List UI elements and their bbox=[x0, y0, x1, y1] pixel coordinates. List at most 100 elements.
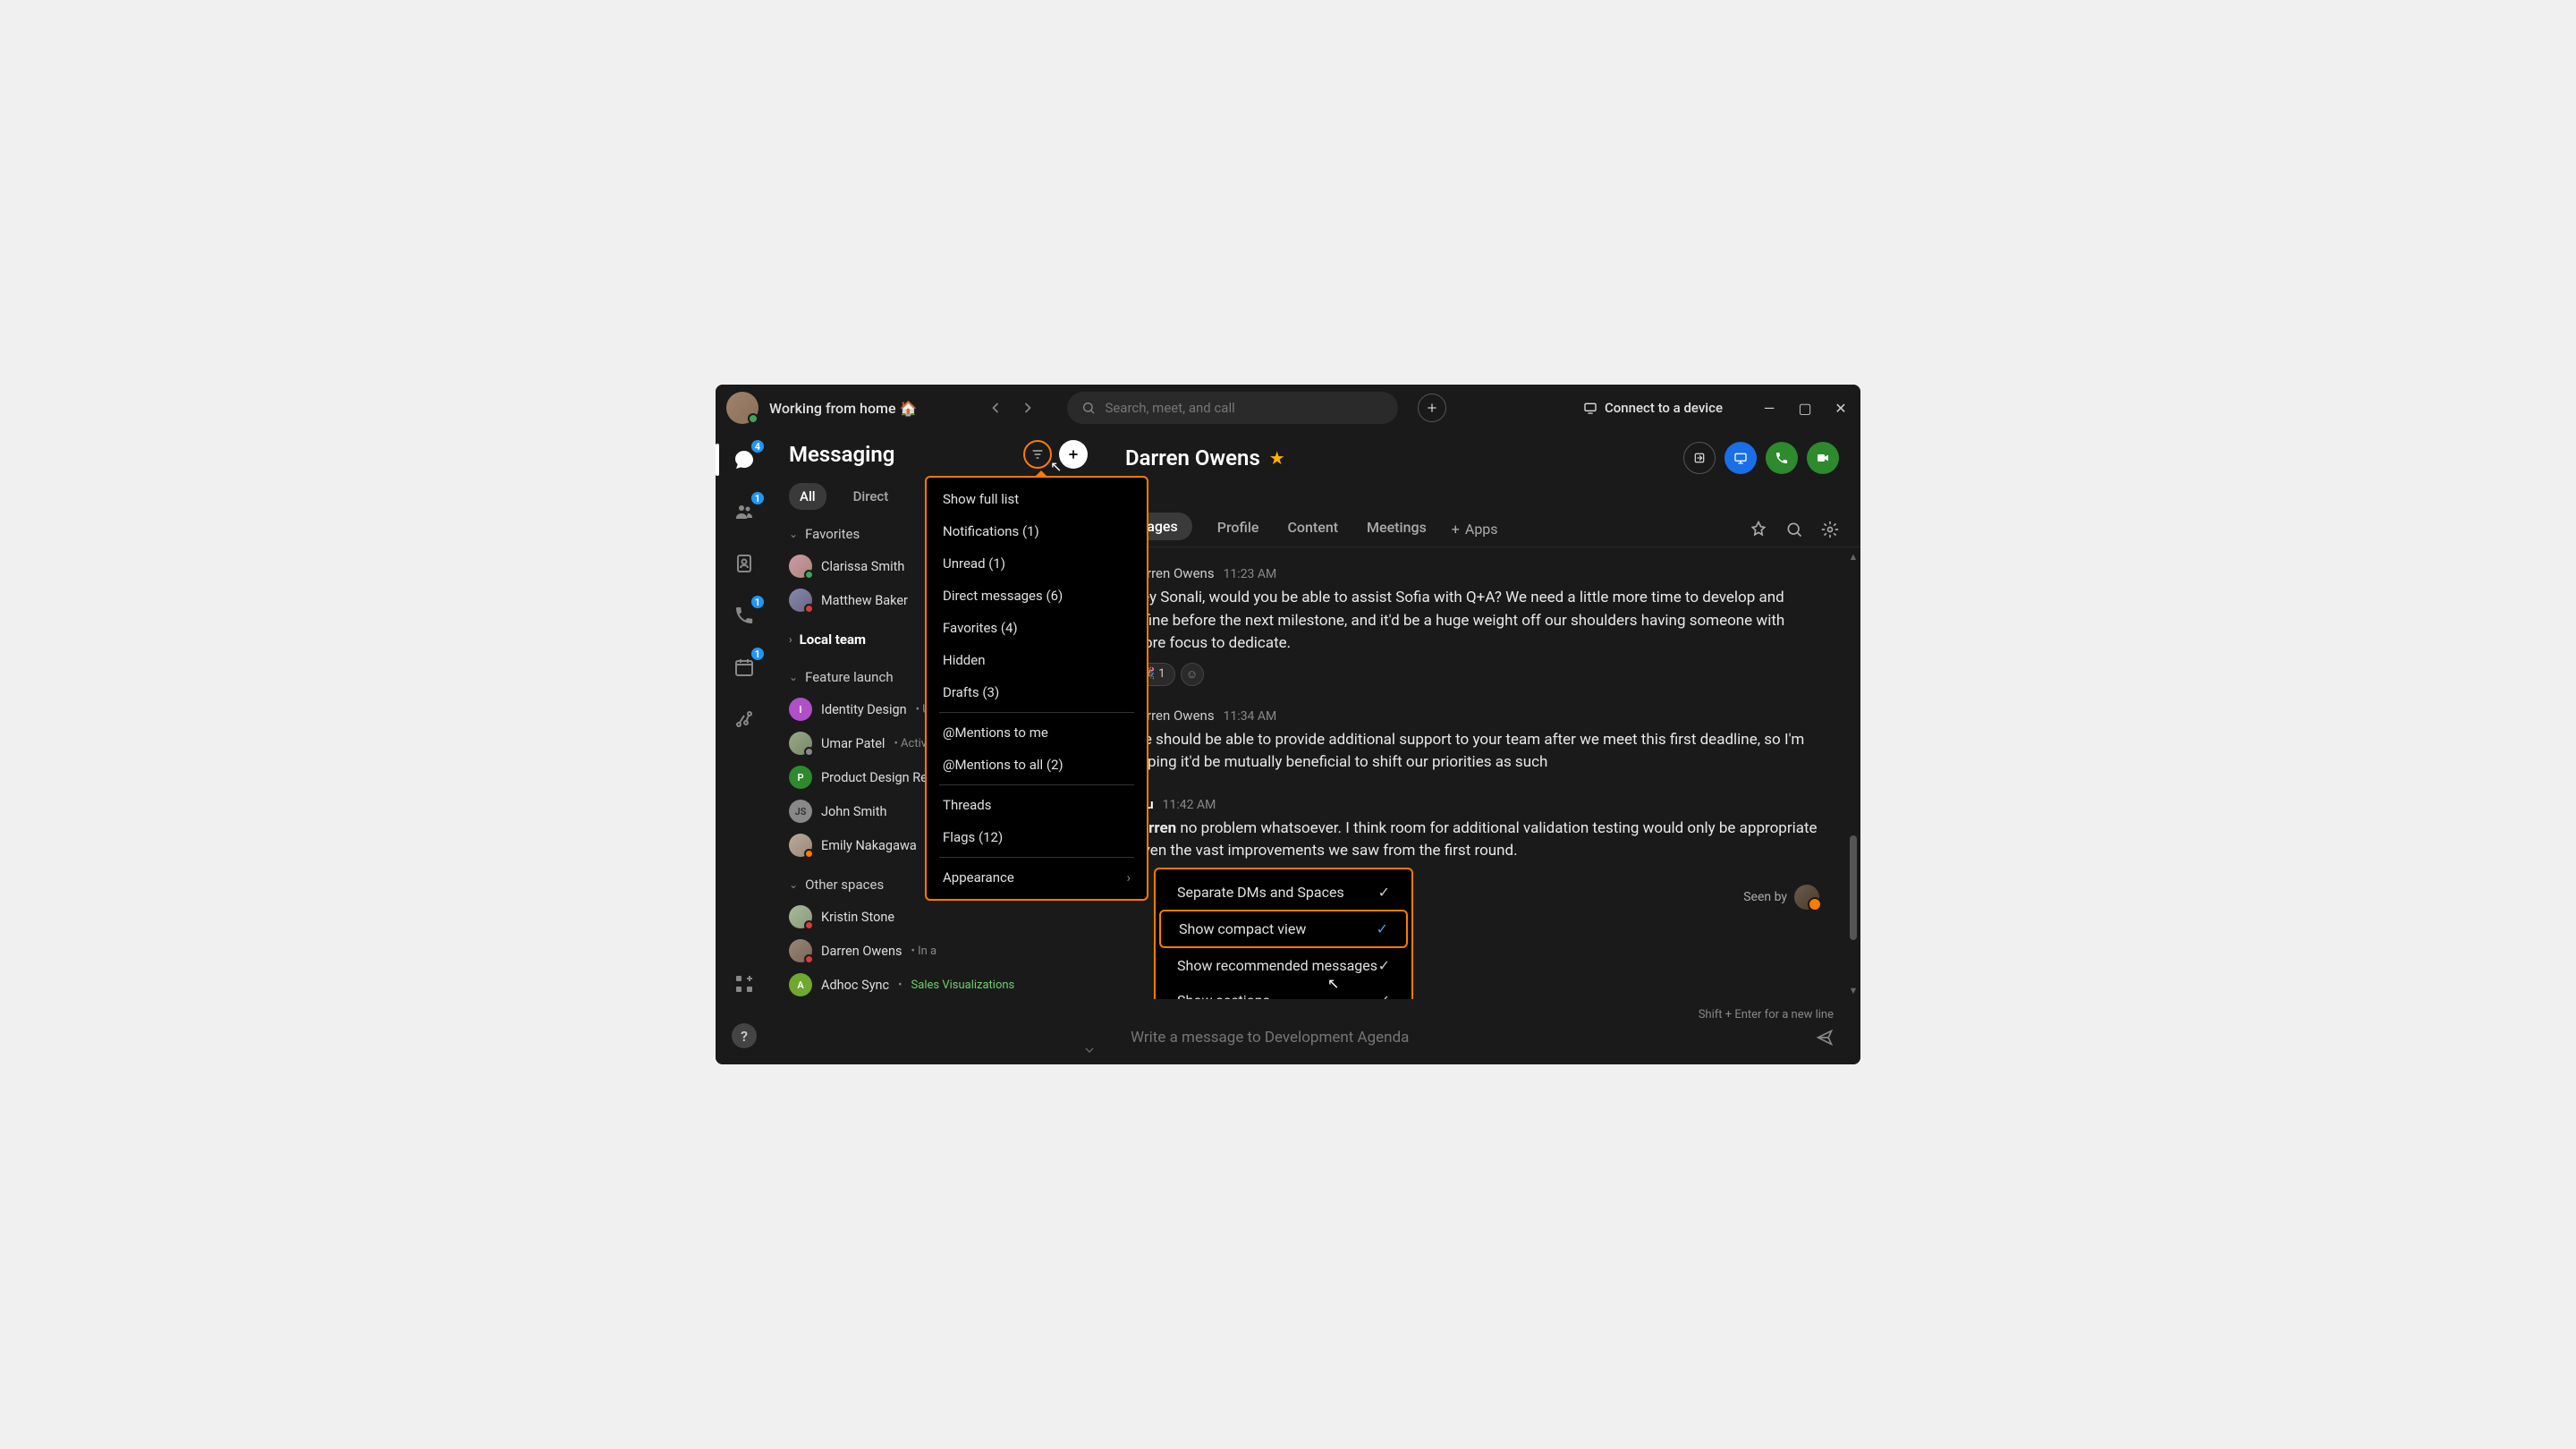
message-body: Hey Sonali, would you be able to assist … bbox=[1131, 587, 1819, 656]
menu-appearance[interactable]: Appearance › bbox=[927, 861, 1147, 894]
app-window: Working from home 🏠 Connect to a device … bbox=[716, 385, 1860, 1064]
chat-subtitle: all bbox=[1125, 476, 1839, 490]
message: Darren Owens 11:34 AM We should be able … bbox=[1131, 708, 1819, 775]
message: You 11:42 AM Darren no problem whatsoeve… bbox=[1131, 796, 1819, 863]
scroll-up[interactable]: ▲ bbox=[1846, 547, 1860, 565]
list-item[interactable]: Kristin Stone bbox=[773, 900, 1104, 934]
maximize-button[interactable]: ▢ bbox=[1796, 400, 1814, 417]
seen-by-avatar[interactable] bbox=[1794, 885, 1819, 910]
search-box[interactable] bbox=[1067, 392, 1398, 424]
status-text[interactable]: Working from home 🏠 bbox=[769, 400, 917, 417]
settings-button[interactable] bbox=[1821, 521, 1839, 538]
filter-button[interactable] bbox=[1023, 440, 1052, 469]
rail-messaging[interactable]: 4 bbox=[726, 442, 762, 478]
connect-device-button[interactable]: Connect to a device bbox=[1583, 400, 1723, 416]
message-list: Darren Owens 11:23 AM Hey Sonali, would … bbox=[1104, 547, 1846, 999]
menu-notifications[interactable]: Notifications (1) bbox=[927, 515, 1147, 547]
scroll-down[interactable]: ▼ bbox=[1846, 981, 1860, 999]
menu-unread[interactable]: Unread (1) bbox=[927, 547, 1147, 580]
message-time: 11:34 AM bbox=[1224, 709, 1277, 724]
rail-network[interactable] bbox=[726, 701, 762, 737]
screen-share-button[interactable] bbox=[1724, 442, 1757, 474]
search-in-chat-button[interactable] bbox=[1785, 521, 1803, 538]
minimize-button[interactable]: — bbox=[1760, 400, 1778, 417]
list-item[interactable]: A Adhoc Sync • Sales Visualizations bbox=[773, 968, 1104, 1002]
message-time: 11:42 AM bbox=[1163, 798, 1216, 812]
share-content-button[interactable] bbox=[1683, 442, 1716, 474]
favorite-star-icon[interactable]: ★ bbox=[1269, 447, 1285, 469]
message-time: 11:23 AM bbox=[1224, 567, 1277, 581]
new-message-button[interactable] bbox=[1059, 440, 1088, 469]
rail-contacts[interactable] bbox=[726, 546, 762, 581]
rail-badge: 1 bbox=[750, 594, 766, 610]
check-icon: ✓ bbox=[1378, 957, 1390, 974]
tab-profile[interactable]: Profile bbox=[1214, 512, 1263, 547]
menu-hidden[interactable]: Hidden bbox=[927, 644, 1147, 676]
chevron-down-icon: ⌄ bbox=[789, 671, 798, 683]
video-call-button[interactable] bbox=[1807, 442, 1839, 474]
compose-input[interactable] bbox=[1131, 1029, 1801, 1046]
screen-icon bbox=[1733, 451, 1748, 465]
add-app-button[interactable]: + Apps bbox=[1452, 521, 1498, 538]
menu-drafts[interactable]: Drafts (3) bbox=[927, 676, 1147, 708]
appearance-separate-dms[interactable]: Separate DMs and Spaces ✓ bbox=[1159, 875, 1408, 910]
tab-direct[interactable]: Direct bbox=[843, 483, 900, 510]
chevron-down-icon bbox=[1082, 1043, 1097, 1057]
menu-show-full-list[interactable]: Show full list bbox=[927, 483, 1147, 515]
window-controls: — ▢ ✕ bbox=[1760, 400, 1850, 417]
chevron-down-icon: ⌄ bbox=[789, 878, 798, 891]
rail-badge: 1 bbox=[750, 490, 766, 506]
content-area: Darren Owens ★ bbox=[1104, 431, 1860, 1064]
menu-direct-messages[interactable]: Direct messages (6) bbox=[927, 580, 1147, 612]
scrollbar[interactable]: ▲ ▼ bbox=[1846, 547, 1860, 999]
close-button[interactable]: ✕ bbox=[1832, 400, 1850, 417]
back-button[interactable] bbox=[981, 394, 1010, 422]
gear-icon bbox=[1821, 521, 1839, 538]
tab-meetings[interactable]: Meetings bbox=[1363, 512, 1430, 547]
rail-more-apps[interactable] bbox=[726, 966, 762, 1002]
help-icon: ? bbox=[732, 1023, 757, 1048]
appearance-compact-view[interactable]: Show compact view ✓ bbox=[1159, 910, 1408, 948]
message-body: Darren no problem whatsoever. I think ro… bbox=[1131, 818, 1819, 863]
rail-calls[interactable]: 1 bbox=[726, 597, 762, 633]
share-icon bbox=[1692, 451, 1707, 465]
send-button[interactable] bbox=[1816, 1029, 1834, 1046]
appearance-recommended[interactable]: Show recommended messages ✓ bbox=[1159, 948, 1408, 983]
filter-menu: Show full list Notifications (1) Unread … bbox=[925, 476, 1148, 901]
device-icon bbox=[1583, 401, 1597, 415]
contacts-icon bbox=[733, 553, 755, 574]
rail-calendar[interactable]: 1 bbox=[726, 649, 762, 685]
chevron-right-icon: › bbox=[789, 633, 792, 646]
menu-mentions-me[interactable]: @Mentions to me bbox=[927, 716, 1147, 749]
tab-all[interactable]: All bbox=[789, 483, 826, 510]
appearance-submenu: Separate DMs and Spaces ✓ Show compact v… bbox=[1154, 868, 1413, 999]
rail-teams[interactable]: 1 bbox=[726, 494, 762, 530]
appearance-sections[interactable]: Show sections ✓ bbox=[1159, 983, 1408, 999]
user-avatar[interactable] bbox=[726, 392, 758, 424]
add-reaction-button[interactable]: ☺ bbox=[1181, 663, 1204, 686]
menu-favorites[interactable]: Favorites (4) bbox=[927, 612, 1147, 644]
rail-badge: 4 bbox=[750, 438, 766, 454]
menu-flags[interactable]: Flags (12) bbox=[927, 821, 1147, 853]
forward-button[interactable] bbox=[1013, 394, 1042, 422]
chat-title: Darren Owens bbox=[1125, 445, 1260, 470]
titlebar: Working from home 🏠 Connect to a device … bbox=[716, 385, 1860, 431]
composer: Shift + Enter for a new line bbox=[1104, 999, 1860, 1064]
message: Darren Owens 11:23 AM Hey Sonali, would … bbox=[1131, 565, 1819, 686]
rail-help[interactable]: ? bbox=[726, 1018, 762, 1054]
send-icon bbox=[1816, 1029, 1834, 1046]
check-icon: ✓ bbox=[1377, 920, 1388, 937]
tab-content[interactable]: Content bbox=[1284, 512, 1342, 547]
smile-icon: ☺ bbox=[1186, 667, 1198, 682]
search-input[interactable] bbox=[1105, 400, 1384, 416]
menu-mentions-all[interactable]: @Mentions to all (2) bbox=[927, 749, 1147, 781]
menu-threads[interactable]: Threads bbox=[927, 789, 1147, 821]
sidebar: Messaging All Direct Space ⌄ bbox=[773, 431, 1104, 1064]
list-item[interactable]: Darren Owens • In a bbox=[773, 934, 1104, 968]
add-button[interactable] bbox=[1418, 394, 1446, 422]
audio-call-button[interactable] bbox=[1766, 442, 1798, 474]
network-icon bbox=[733, 708, 755, 730]
sidebar-scroll-down[interactable] bbox=[1082, 1043, 1097, 1057]
message-body: We should be able to provide additional … bbox=[1131, 729, 1819, 775]
pin-button[interactable] bbox=[1750, 521, 1767, 538]
